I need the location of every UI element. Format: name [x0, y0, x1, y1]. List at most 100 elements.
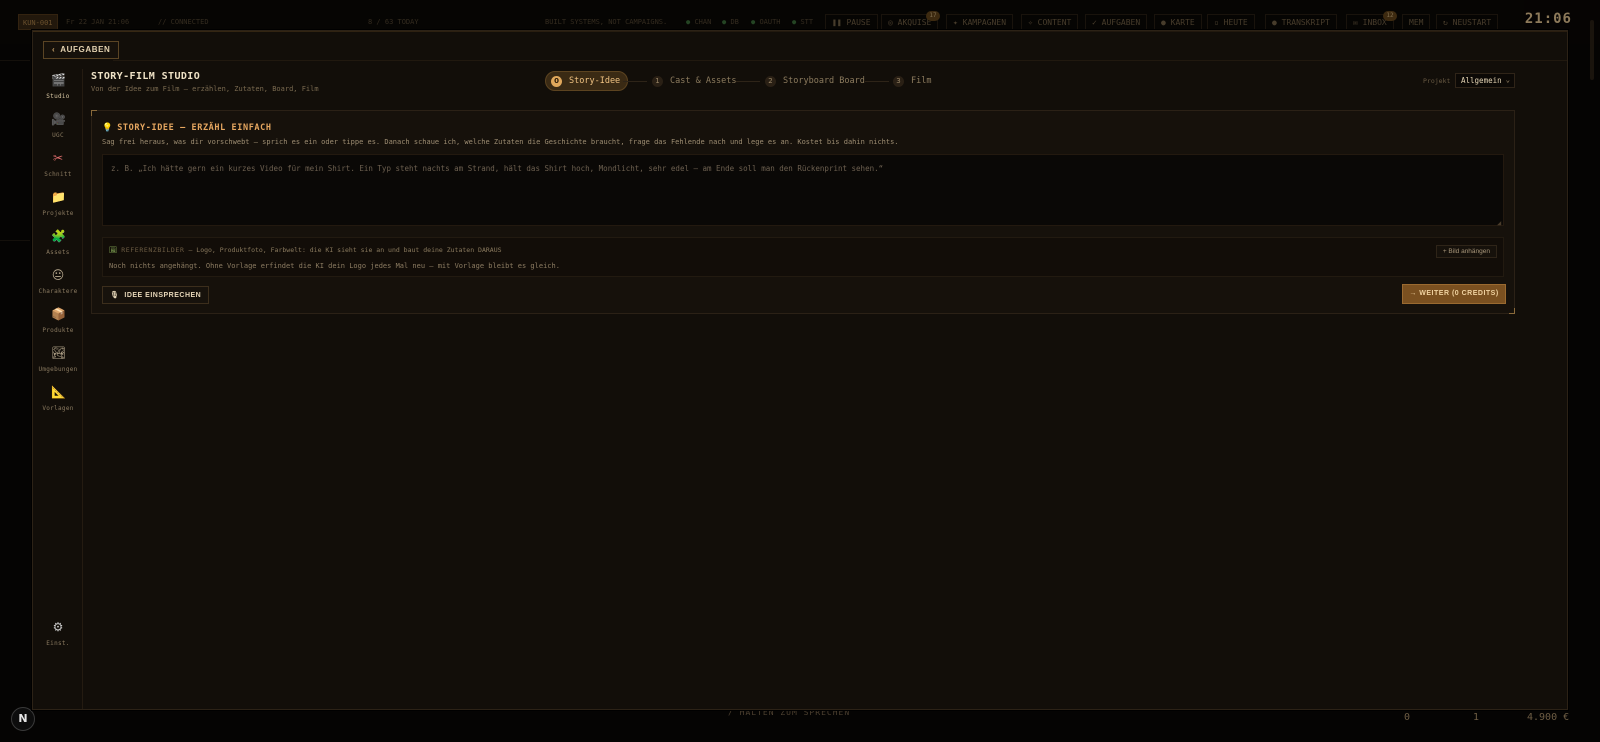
sidebar-item-projekte[interactable]: 📁 Projekte	[33, 190, 83, 226]
story-idea-card: 💡 STORY-IDEE — ERZÄHL EINFACH Sag frei he…	[91, 110, 1515, 314]
background-nav-kampagnen[interactable]: ✦ KAMPAGNEN	[946, 14, 1014, 30]
step-connector	[865, 81, 889, 82]
background-status-oauth: ● OAUTH	[751, 18, 781, 26]
microphone-icon: 🎙	[110, 291, 120, 299]
background-nav-transkript[interactable]: ● TRANSKRIPT	[1265, 14, 1337, 30]
background-nav-pause[interactable]: ❚❚ PAUSE	[825, 14, 878, 30]
step-number: 0	[551, 75, 562, 87]
background-inbox-badge: 12	[1383, 11, 1397, 21]
reference-images-heading: 🖼 REFERENZBILDER — Logo, Produktfoto, Farb…	[109, 246, 502, 254]
project-select[interactable]: Allgemein ⌄	[1455, 73, 1515, 88]
background-tagline: BUILT SYSTEMS, NOT CAMPAIGNS.	[545, 18, 668, 26]
dictate-idea-button[interactable]: 🎙 IDEE EINSPRECHEN	[102, 286, 210, 304]
step-label: Story-Idee	[569, 76, 621, 86]
sidebar-item-assets[interactable]: 🧩 Assets	[33, 229, 83, 265]
folder-icon: 📁	[51, 190, 66, 204]
reference-images-panel: 🖼 REFERENZBILDER — Logo, Produktfoto, Farb…	[102, 237, 1504, 277]
project-label: Projekt	[1423, 77, 1451, 85]
background-connection-status: // CONNECTED	[158, 18, 209, 26]
step-label: Cast & Assets	[670, 76, 737, 86]
header-divider	[113, 60, 1567, 61]
resize-grip-icon[interactable]: ◢	[1497, 219, 1501, 227]
background-nav-aufgaben[interactable]: ✓ AUFGABEN	[1085, 14, 1148, 30]
chevron-down-icon: ⌄	[1505, 76, 1510, 84]
page-subtitle: Von der Idee zum Film — erzählen, Zutate…	[91, 85, 319, 93]
landscape-icon: 🏞	[51, 346, 67, 360]
step-film[interactable]: 3 Film	[893, 71, 931, 91]
sidebar-item-ugc[interactable]: 🎥 UGC	[33, 112, 83, 148]
background-nav-mem[interactable]: MEM	[1402, 14, 1431, 30]
calendar-icon: ▫	[1214, 18, 1219, 27]
globe-icon: ●	[1161, 18, 1166, 27]
background-status-stt: ● STT	[792, 18, 814, 26]
background-stat-0: 0	[1404, 712, 1411, 723]
step-cast-assets[interactable]: 1 Cast & Assets	[652, 71, 737, 91]
sidebar-item-studio[interactable]: 🎬 Studio	[33, 73, 83, 109]
chevron-left-icon: ‹	[52, 45, 56, 54]
card-corner	[1509, 308, 1515, 314]
sidebar-item-schnitt[interactable]: ✂ Schnitt	[33, 151, 83, 187]
mail-icon: ✉	[1353, 18, 1358, 27]
clapperboard-icon: 🎬	[51, 73, 66, 87]
restart-icon: ↻	[1443, 18, 1448, 27]
gear-icon: ⚙	[52, 620, 64, 634]
background-stat-revenue: 4.900 €	[1527, 712, 1570, 723]
step-connector	[623, 81, 647, 82]
package-icon: 📦	[51, 307, 66, 321]
spark-icon: ✦	[953, 18, 958, 27]
background-divider	[0, 240, 30, 241]
diamond-icon: ✧	[1028, 18, 1033, 27]
step-number: 1	[652, 75, 663, 87]
step-label: Film	[911, 76, 932, 86]
background-clock: 21:06	[1524, 11, 1572, 27]
sidebar-item-umgebungen[interactable]: 🏞 Umgebungen	[33, 346, 83, 382]
lightbulb-icon: 💡	[102, 123, 114, 133]
back-to-aufgaben-button[interactable]: ‹ AUFGABEN	[43, 41, 120, 59]
story-idea-input[interactable]	[102, 154, 1504, 226]
background-nav-content[interactable]: ✧ CONTENT	[1021, 14, 1079, 30]
background-divider	[0, 60, 30, 61]
check-icon: ✓	[1092, 18, 1097, 27]
continue-button[interactable]: → WEITER (0 CREDITS)	[1402, 284, 1506, 304]
step-number: 2	[765, 75, 776, 87]
sidebar-item-vorlagen[interactable]: 📐 Vorlagen	[33, 385, 83, 421]
card-corner	[91, 110, 97, 116]
page-title: STORY-FILM STUDIO	[91, 71, 201, 82]
background-date: Fr 22 JAN 21:06	[66, 18, 130, 26]
story-film-studio-modal: ‹ AUFGABEN 🎬 Studio 🎥 UGC ✂ Schnitt 📁 Pro…	[32, 30, 1568, 710]
story-idea-title: 💡 STORY-IDEE — ERZÄHL EINFACH	[102, 123, 272, 133]
background-nav-neustart[interactable]: ↻ NEUSTART	[1436, 14, 1499, 30]
pause-icon: ❚❚	[832, 18, 842, 27]
attach-image-button[interactable]: + Bild anhängen	[1435, 245, 1497, 258]
background-id-badge: KUN-001	[18, 14, 58, 30]
background-akquise-badge: 17	[926, 11, 940, 21]
background-nav-karte[interactable]: ● KARTE	[1154, 14, 1202, 30]
studio-sidebar: 🎬 Studio 🎥 UGC ✂ Schnitt 📁 Projekte 🧩 As…	[33, 69, 83, 709]
reference-images-note: Noch nichts angehängt. Ohne Vorlage erfi…	[109, 262, 560, 270]
modal-top-border	[33, 31, 1567, 32]
sidebar-item-settings[interactable]: ⚙ Einst.	[33, 620, 83, 656]
step-story-idee[interactable]: 0 Story-Idee	[545, 71, 629, 91]
puzzle-icon: 🧩	[51, 229, 66, 243]
sidebar-item-produkte[interactable]: 📦 Produkte	[33, 307, 83, 343]
story-idea-description: Sag frei heraus, was dir vorschwebt — sp…	[102, 138, 899, 146]
mic-icon: ●	[1272, 18, 1277, 27]
step-connector	[736, 81, 760, 82]
background-status-db: ● DB	[722, 18, 739, 26]
film-camera-icon: 🎥	[51, 112, 66, 126]
background-status-chan: ● CHAN	[686, 18, 712, 26]
step-number: 3	[893, 75, 904, 87]
background-nav-heute[interactable]: ▫ HEUTE	[1207, 14, 1255, 30]
background-n-button[interactable]: N	[11, 707, 35, 731]
step-label: Storyboard Board	[783, 76, 865, 86]
background-counter: 8 / 63 TODAY	[368, 18, 419, 26]
scissors-icon: ✂	[52, 151, 64, 165]
image-icon: 🖼	[109, 246, 118, 254]
background-scrollbar[interactable]	[1590, 20, 1594, 80]
face-icon: 😐	[51, 268, 65, 282]
step-storyboard-board[interactable]: 2 Storyboard Board	[765, 71, 865, 91]
sidebar-item-charaktere[interactable]: 😐 Charaktere	[33, 268, 83, 304]
background-stat-1: 1	[1473, 712, 1480, 723]
ruler-triangle-icon: 📐	[51, 385, 66, 399]
target-icon: ◎	[888, 18, 893, 27]
